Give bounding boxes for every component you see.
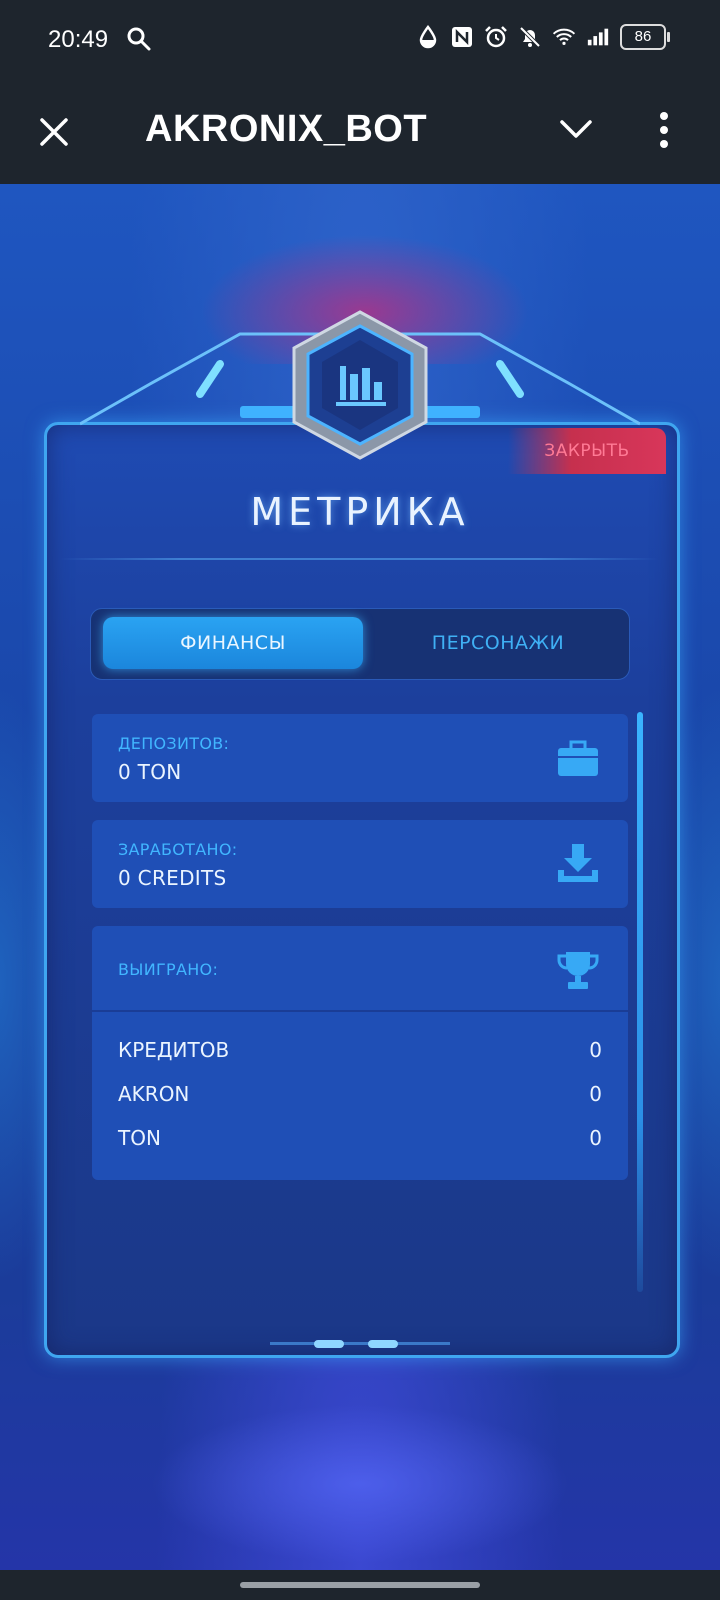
game-viewport: ЗАКРЫТЬ МЕТРИКА ФИНАНСЫ ПЕРСОНАЖИ ДЕПОЗИ… — [0, 184, 720, 1570]
won-label: ВЫИГРАНО: — [118, 960, 219, 979]
won-row-name: AKRON — [118, 1082, 190, 1106]
scrollbar[interactable] — [637, 712, 643, 1292]
app-title: AKRONIX_BOT — [145, 108, 428, 150]
chevron-down-icon[interactable] — [558, 116, 594, 146]
status-time: 20:49 — [48, 26, 109, 53]
won-row-name: TON — [118, 1126, 161, 1150]
more-vert-icon[interactable] — [658, 110, 670, 154]
tab-characters[interactable]: ПЕРСОНАЖИ — [373, 617, 623, 669]
won-row-name: КРЕДИТОВ — [118, 1038, 230, 1062]
signal-icon — [586, 24, 610, 50]
status-bar: 20:49 86 — [0, 0, 720, 84]
tab-bar: ФИНАНСЫ ПЕРСОНАЖИ — [90, 608, 630, 680]
deposits-label: ДЕПОЗИТОВ: — [118, 734, 230, 753]
won-row-value: 0 — [589, 1038, 602, 1062]
home-gesture-bar[interactable] — [240, 1582, 480, 1588]
download-icon — [556, 842, 600, 890]
alarm-icon — [484, 24, 508, 50]
deposits-value: 0 TON — [118, 760, 182, 784]
data-saver-icon — [416, 24, 440, 50]
panel-title: МЕТРИКА — [250, 490, 470, 534]
divider — [92, 1010, 628, 1012]
nfc-icon — [450, 24, 474, 50]
frame-decoration-bottom — [270, 1340, 450, 1348]
bar-chart-icon — [292, 310, 428, 460]
won-row-value: 0 — [589, 1082, 602, 1106]
won-card: ВЫИГРАНО: КРЕДИТОВ 0 AKRON 0 TON 0 — [92, 926, 628, 1180]
tab-finances[interactable]: ФИНАНСЫ — [103, 617, 363, 669]
earned-value: 0 CREDITS — [118, 866, 227, 890]
earned-card: ЗАРАБОТАНО: 0 CREDITS — [92, 820, 628, 908]
won-row-value: 0 — [589, 1126, 602, 1150]
deposits-card: ДЕПОЗИТОВ: 0 TON — [92, 714, 628, 802]
mute-icon — [518, 24, 542, 50]
system-nav-bar — [0, 1570, 720, 1600]
trophy-icon — [556, 948, 600, 996]
wifi-icon — [552, 24, 576, 50]
divider — [60, 558, 658, 560]
close-button[interactable]: ЗАКРЫТЬ — [508, 428, 666, 474]
close-icon[interactable] — [36, 114, 72, 154]
app-bar: AKRONIX_BOT — [0, 84, 720, 184]
background-glow-bottom — [150, 1404, 570, 1564]
briefcase-icon — [556, 736, 600, 784]
battery-icon: 86 — [620, 24, 670, 50]
search-icon — [126, 26, 152, 56]
earned-label: ЗАРАБОТАНО: — [118, 840, 238, 859]
